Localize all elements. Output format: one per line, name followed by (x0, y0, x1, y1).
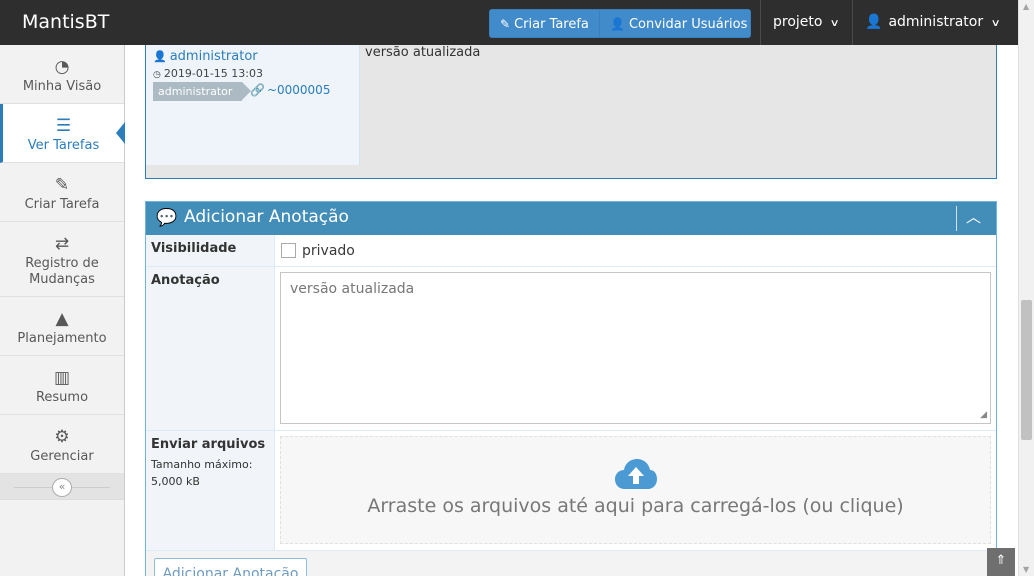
sidebar-item-label: Minha Visão (22, 79, 102, 94)
user-icon: 👤 (153, 50, 167, 63)
main-content: 👤 administrator ◷ 2019-01-15 13:03 adminis… (125, 45, 1018, 576)
scroll-up-icon[interactable]: ▲ (1023, 2, 1029, 11)
invite-users-label: Convidar Usuários (628, 17, 748, 32)
scroll-down-icon[interactable]: ▼ (1023, 565, 1029, 574)
add-note-title: Adicionar Anotação (184, 207, 349, 227)
bar-chart-icon: ▥ (53, 368, 71, 388)
create-issue-label: Criar Tarefa (514, 17, 589, 32)
sidebar-item-label: Ver Tarefas (27, 138, 100, 153)
chevron-down-icon: ∨ (830, 18, 841, 29)
sidebar-item-my-view[interactable]: ◔ Minha Visão (0, 45, 124, 104)
user-dropdown[interactable]: 👤 administrator ∨ (852, 0, 1001, 45)
add-note-button[interactable]: Adicionar Anotação (154, 558, 307, 576)
note-label: Anotação (146, 267, 275, 430)
chevron-up-icon[interactable]: ︿ (966, 206, 981, 227)
brand-logo[interactable]: MantisBT (22, 11, 109, 33)
visibility-row: Visibilidade privado (146, 235, 996, 267)
sidebar-item-summary[interactable]: ▥ Resumo (0, 356, 124, 415)
resize-grip-icon[interactable]: ◢ (980, 410, 987, 420)
sidebar-collapse-bar: « (0, 474, 124, 500)
sidebar-item-roadmap[interactable]: ▲ Planejamento (0, 297, 124, 356)
bugnote-date: ◷ 2019-01-15 13:03 (153, 67, 263, 80)
dropzone-text: Arraste os arquivos até aqui para carreg… (367, 495, 904, 517)
max-size-label: Tamanho máximo: (151, 458, 253, 471)
dashboard-icon: ◔ (54, 57, 70, 77)
bugnote-author-link[interactable]: administrator (170, 49, 258, 64)
sidebar-item-label: Gerenciar (30, 449, 94, 464)
role-badge: administrator (153, 82, 252, 101)
sidebar: ◔ Minha Visão ☰ Ver Tarefas ✎ Criar Tare… (0, 45, 125, 576)
bugnote-author: 👤 administrator (153, 49, 258, 64)
retweet-icon: ⇄ (54, 234, 70, 254)
double-chevron-up-icon: ⇑ (995, 553, 1007, 568)
note-textarea[interactable]: versão atualizada ◢ (280, 272, 991, 424)
upload-label-cell: Enviar arquivos Tamanho máximo: 5,000 kB (146, 431, 275, 550)
sidebar-item-manage[interactable]: ⚙ Gerenciar (0, 415, 124, 474)
sidebar-item-view-issues[interactable]: ☰ Ver Tarefas (0, 104, 125, 163)
scrollbar-thumb[interactable] (1021, 300, 1032, 440)
cloud-upload-icon (614, 459, 657, 489)
comment-icon: 💬 (156, 208, 178, 228)
top-navbar: MantisBT ✎ Criar Tarefa 👤 Convidar Usuário… (0, 0, 1018, 45)
max-size-value: 5,000 kB (151, 475, 200, 488)
user-label: administrator (888, 14, 984, 30)
invite-users-button[interactable]: 👤 Convidar Usuários (599, 9, 751, 38)
edit-icon: ✎ (54, 175, 70, 195)
clock-icon: ◷ (153, 70, 161, 80)
header-divider (956, 206, 957, 231)
double-chevron-left-icon[interactable]: « (52, 478, 72, 497)
link-icon: 🔗 (250, 83, 265, 97)
visibility-label: Visibilidade (146, 235, 275, 266)
bugnote-link[interactable]: 🔗 ~0000005 (250, 83, 330, 97)
private-checkbox[interactable] (281, 243, 296, 258)
list-icon: ☰ (55, 116, 72, 136)
road-icon: ▲ (55, 309, 69, 329)
sidebar-item-label: Planejamento (17, 331, 107, 346)
add-note-widget: 💬 Adicionar Anotação ︿ Visibilidade priv… (145, 201, 997, 576)
bugnote: 👤 administrator ◷ 2019-01-15 13:03 adminis… (145, 45, 997, 179)
sidebar-item-label: Criar Tarefa (24, 197, 100, 212)
sidebar-item-label: Registro de Mudanças (25, 256, 99, 287)
gears-icon: ⚙ (54, 427, 70, 447)
upload-row: Enviar arquivos Tamanho máximo: 5,000 kB… (146, 431, 996, 551)
user-icon: 👤 (865, 14, 883, 30)
bugnote-date-text: 2019-01-15 13:03 (163, 67, 263, 80)
edit-icon: ✎ (500, 17, 511, 31)
page-scrollbar[interactable]: ▲ ▼ (1018, 0, 1034, 576)
project-dropdown[interactable]: projeto ∨ (760, 0, 852, 45)
create-issue-button[interactable]: ✎ Criar Tarefa (489, 9, 600, 38)
bugnote-text: versão atualizada (365, 45, 481, 60)
file-dropzone[interactable]: Arraste os arquivos até aqui para carreg… (280, 436, 991, 544)
sidebar-item-report-issue[interactable]: ✎ Criar Tarefa (0, 163, 124, 222)
add-note-header: 💬 Adicionar Anotação ︿ (146, 202, 996, 235)
private-label[interactable]: privado (302, 243, 355, 259)
chevron-down-icon: ∨ (990, 18, 1001, 29)
bugnote-meta: 👤 administrator ◷ 2019-01-15 13:03 adminis… (146, 45, 360, 165)
bugnote-link-text: ~0000005 (266, 83, 331, 97)
sidebar-item-changelog[interactable]: ⇄ Registro de Mudanças (0, 222, 124, 297)
note-textarea-value: versão atualizada (290, 281, 415, 297)
user-plus-icon: 👤 (610, 17, 625, 31)
sidebar-item-label: Resumo (35, 390, 89, 405)
submit-row: Adicionar Anotação (146, 551, 996, 576)
project-label: projeto (773, 14, 823, 30)
back-to-top-button[interactable]: ⇑ (987, 548, 1015, 576)
upload-label: Enviar arquivos (151, 437, 266, 452)
note-row: Anotação versão atualizada ◢ (146, 267, 996, 431)
